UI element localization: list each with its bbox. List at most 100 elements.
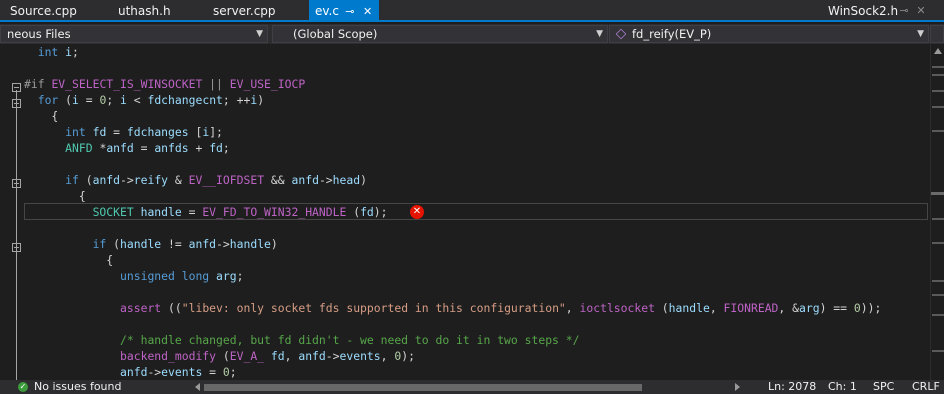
code-line[interactable] — [0, 220, 930, 236]
code-line[interactable] — [0, 156, 930, 172]
code-token: arg — [799, 301, 820, 315]
code-token: ; — [72, 45, 79, 59]
tab-uthash-h[interactable]: uthash.h — [118, 0, 171, 22]
overview-marker — [932, 294, 944, 296]
code-token: ; — [229, 365, 237, 379]
code-token: * — [92, 141, 107, 155]
code-token: (( — [161, 301, 182, 315]
project-dropdown[interactable]: neous Files ▼ — [0, 25, 268, 43]
tab-server-cpp[interactable]: server.cpp — [213, 0, 276, 22]
code-token: != — [161, 237, 189, 251]
vertical-scrollbar[interactable] — [930, 44, 944, 380]
overview-marker — [932, 314, 944, 316]
code-token: anfd — [92, 173, 121, 187]
code-token: ; — [236, 269, 244, 283]
code-line[interactable]: SOCKET handle = EV_FD_TO_WIN32_HANDLE (f… — [0, 204, 930, 220]
pin-icon[interactable]: ⊸ — [343, 1, 357, 23]
horizontal-scrollbar-thumb[interactable] — [204, 384, 642, 391]
code-line[interactable]: #if EV_SELECT_IS_WINSOCKET || EV_USE_IOC… — [0, 76, 930, 92]
fold-toggle[interactable] — [12, 99, 21, 108]
code-token: ; — [106, 93, 121, 107]
code-token: ); — [373, 205, 388, 219]
pin-icon[interactable]: ⊸ — [898, 0, 910, 22]
code-line[interactable]: ANFD *anfd = anfds + fd; — [0, 140, 930, 156]
code-token: anfd — [120, 365, 148, 379]
code-line[interactable]: if (handle != anfd->handle) — [0, 236, 930, 252]
code-token: /* handle changed, but fd didn't - we ne… — [120, 333, 580, 347]
code-text: #if EV_SELECT_IS_WINSOCKET || EV_USE_IOC… — [24, 76, 305, 92]
code-token: EV_A_ — [229, 349, 265, 363]
close-icon[interactable]: ✕ — [915, 0, 927, 22]
split-button[interactable] — [930, 25, 944, 43]
code-token: )); — [860, 301, 882, 315]
code-token: { — [24, 189, 86, 203]
code-line[interactable] — [0, 316, 930, 332]
overview-marker — [932, 130, 944, 132]
line-ending[interactable]: CRLF — [912, 380, 940, 394]
scroll-up-arrow-icon[interactable] — [934, 48, 942, 54]
code-editor[interactable]: int i; #if EV_SELECT_IS_WINSOCKET || EV_U… — [0, 44, 930, 380]
code-token: reify — [133, 173, 169, 187]
code-token: = — [202, 365, 223, 379]
code-token: 0 — [222, 365, 230, 379]
overview-marker — [932, 242, 944, 244]
fold-toggle[interactable] — [12, 243, 21, 252]
fold-toggle[interactable] — [12, 83, 21, 92]
chevron-down-icon: ▼ — [256, 29, 263, 39]
code-token: = — [78, 93, 100, 107]
code-line[interactable] — [0, 284, 930, 300]
code-text: int i; — [24, 44, 79, 60]
scroll-left-arrow-icon[interactable] — [195, 383, 200, 391]
code-token: anfd — [188, 237, 217, 251]
code-token: fd — [209, 141, 223, 155]
code-line[interactable]: /* handle changed, but fd didn't - we ne… — [0, 332, 930, 348]
whitespace-mode[interactable]: SPC — [873, 380, 894, 394]
code-token: arg — [216, 269, 237, 283]
code-line[interactable]: assert (("libev: only socket fds support… — [0, 300, 930, 316]
code-line[interactable]: if (anfd->reify & EV__IOFDSET && anfd->h… — [0, 172, 930, 188]
code-token: int — [37, 45, 59, 59]
code-token: anfds — [154, 141, 189, 155]
issues-status[interactable]: No issues found — [34, 380, 121, 394]
tab-source-cpp[interactable]: Source.cpp — [10, 0, 77, 22]
tab-winsock2-h[interactable]: WinSock2.h — [828, 0, 898, 22]
scrollbar-thumb[interactable] — [931, 192, 944, 195]
code-token: head — [332, 173, 361, 187]
scroll-right-arrow-icon[interactable] — [735, 383, 740, 391]
code-line[interactable]: anfd->events = 0; — [0, 364, 930, 380]
code-token: , — [565, 301, 580, 315]
code-text: { — [24, 188, 86, 204]
chevron-down-icon: ▼ — [596, 29, 603, 39]
column-number[interactable]: Ch: 1 — [828, 380, 857, 394]
tab-ev-c[interactable]: ev.c ⊸ ✕ — [309, 0, 379, 22]
line-number[interactable]: Ln: 2078 — [768, 380, 816, 394]
code-line[interactable]: unsigned long arg; — [0, 268, 930, 284]
code-line[interactable]: for (i = 0; i < fdchangecnt; ++i) — [0, 92, 930, 108]
scope-dropdown[interactable]: (Global Scope) ▼ — [272, 25, 608, 43]
fold-toggle[interactable] — [12, 179, 21, 188]
code-token: ioctlsocket — [579, 301, 655, 315]
code-line[interactable]: int i; — [0, 44, 930, 60]
code-token: fd — [270, 349, 285, 363]
code-token: ) — [360, 173, 367, 187]
code-token: { — [24, 109, 59, 123]
member-dropdown[interactable]: fd_reify(EV_P) ▼ — [609, 25, 929, 43]
code-line[interactable]: int fd = fdchanges [i]; — [0, 124, 930, 140]
code-text: { — [24, 252, 113, 268]
code-token: i — [65, 45, 73, 59]
code-token: = — [181, 205, 203, 219]
code-line[interactable]: { — [0, 188, 930, 204]
code-line[interactable]: backend_modify (EV_A_ fd, anfd->events, … — [0, 348, 930, 364]
close-icon[interactable]: ✕ — [361, 1, 375, 23]
code-line[interactable]: { — [0, 252, 930, 268]
error-icon[interactable]: ✕ — [410, 205, 424, 219]
code-line[interactable] — [0, 60, 930, 76]
code-token: handle — [229, 237, 271, 251]
code-line[interactable]: { — [0, 108, 930, 124]
